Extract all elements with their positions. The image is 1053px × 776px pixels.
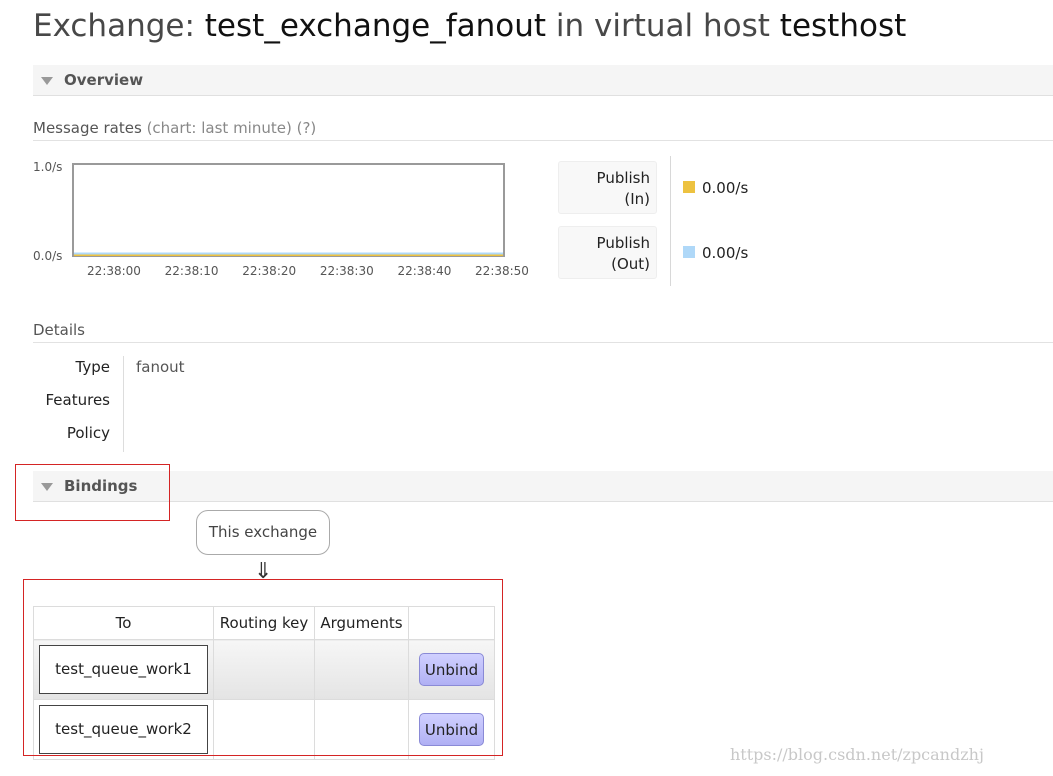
title-middle: in virtual host	[555, 8, 770, 44]
detail-key-type: Type	[75, 358, 110, 376]
chart-range-link[interactable]: (chart: last minute)	[147, 119, 292, 137]
legend-publish-out-label: Publish (Out)	[558, 226, 657, 279]
detail-key-policy: Policy	[66, 424, 110, 442]
title-prefix: Exchange:	[33, 8, 195, 44]
detail-value-type: fanout	[136, 358, 185, 376]
x-tick-label: 22:38:00	[87, 264, 141, 278]
y-tick-label: 1.0/s	[33, 160, 62, 174]
message-rates-label: Message rates	[33, 119, 142, 137]
page-title: Exchange: test_exchange_fanout in virtua…	[33, 8, 906, 44]
details-heading: Details	[33, 321, 1053, 343]
publish-in-rate: 0.00/s	[702, 179, 749, 197]
annotation-box-bindings-table	[23, 579, 503, 756]
message-rates-heading: Message rates (chart: last minute) (?)	[33, 119, 1053, 141]
help-link[interactable]: (?)	[297, 119, 317, 137]
x-tick-label: 22:38:10	[165, 264, 219, 278]
overview-header-label: Overview	[64, 71, 144, 89]
x-tick-label: 22:38:40	[397, 264, 451, 278]
annotation-box-bindings	[15, 464, 170, 521]
bindings-section-toggle[interactable]: Bindings	[33, 471, 1053, 502]
watermark: https://blog.csdn.net/zpcandzhj	[730, 745, 984, 764]
message-rates-chart: 1.0/s 0.0/s 22:38:00 22:38:10 22:38:20 22:38:…	[33, 160, 529, 278]
details-heading-label: Details	[33, 321, 86, 339]
legend-in-swatch	[683, 181, 695, 193]
publish-out-rate: 0.00/s	[702, 244, 749, 262]
legend-in-line2: (In)	[624, 190, 650, 208]
legend-out-line1: Publish	[596, 234, 650, 252]
x-tick-label: 22:38:30	[320, 264, 374, 278]
x-tick-label: 22:38:20	[242, 264, 296, 278]
vhost-name: testhost	[779, 8, 907, 44]
legend-publish-in-label: Publish (In)	[558, 161, 657, 214]
details-divider	[123, 356, 124, 452]
exchange-name: test_exchange_fanout	[204, 8, 547, 44]
legend-out-line2: (Out)	[611, 255, 650, 273]
detail-key-features: Features	[45, 391, 111, 409]
legend-divider	[670, 156, 671, 286]
legend-out-swatch	[683, 246, 695, 258]
legend-in-line1: Publish	[596, 169, 650, 187]
collapse-triangle-icon	[41, 77, 53, 85]
y-tick-label: 0.0/s	[33, 249, 62, 263]
this-exchange-node: This exchange	[196, 510, 330, 555]
overview-section-toggle[interactable]: Overview	[33, 65, 1053, 96]
chart-plot-area	[72, 163, 505, 257]
x-tick-label: 22:38:50	[475, 264, 529, 278]
